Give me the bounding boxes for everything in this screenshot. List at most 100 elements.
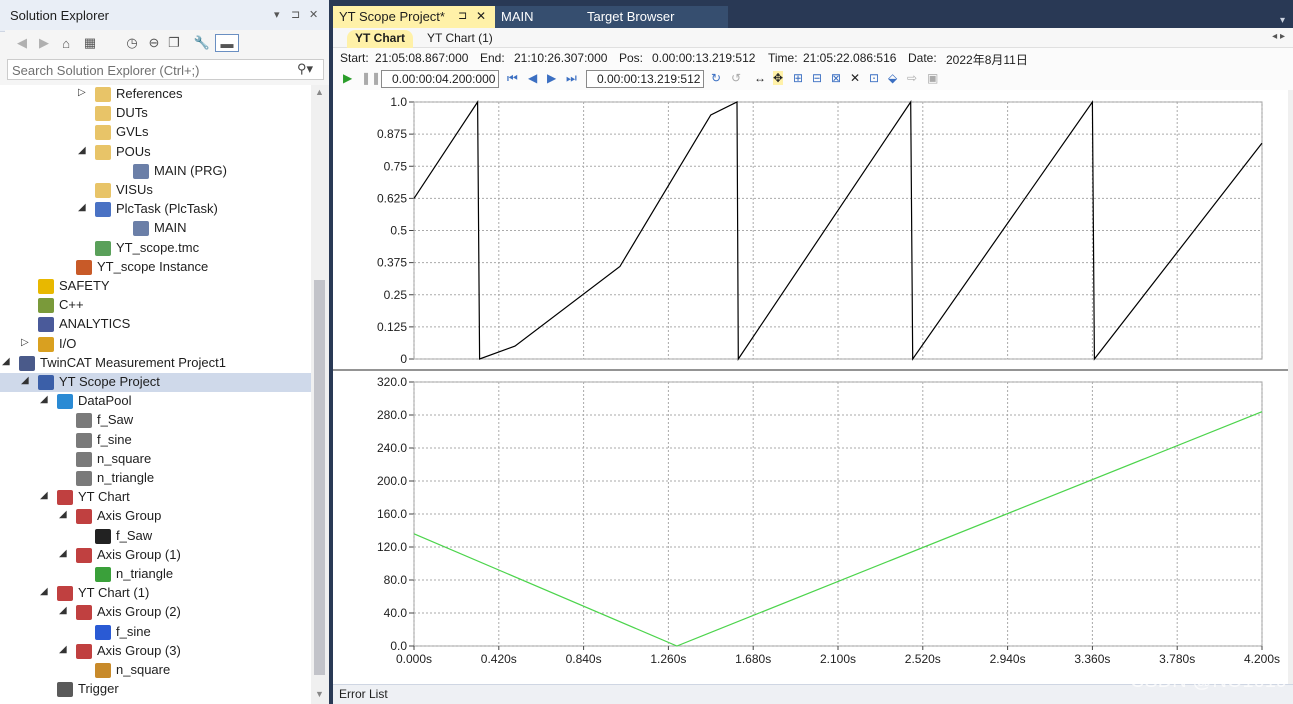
collapse-arrow-icon[interactable]: ◢ bbox=[59, 644, 71, 655]
chart-1[interactable]: 1.0 0.875 0.75 0.625 0.5 0.375 0.25 0.125 0 bbox=[377, 95, 1263, 366]
tree-item[interactable]: DUTs bbox=[0, 104, 311, 123]
tree-item[interactable]: f_Saw bbox=[0, 411, 311, 430]
search-input[interactable]: Search Solution Explorer (Ctrl+;) bbox=[12, 63, 200, 78]
tree-item[interactable]: ◢ Axis Group (1) bbox=[0, 546, 311, 565]
collapse-arrow-icon[interactable]: ◢ bbox=[40, 490, 52, 501]
scope-charts-svg[interactable]: 1.0 0.875 0.75 0.625 0.5 0.375 0.25 0.125 0 320.0… bbox=[333, 90, 1288, 684]
tab-target-browser[interactable]: Target Browser bbox=[585, 6, 728, 28]
zoom-icon[interactable]: ⊠ bbox=[831, 71, 841, 85]
expand-arrow-icon[interactable]: ▷ bbox=[78, 87, 90, 98]
tree-item[interactable]: ◢ YT Scope Project bbox=[0, 373, 311, 392]
pin-icon[interactable]: ⊐ bbox=[458, 9, 467, 22]
tree-item[interactable]: VISUs bbox=[0, 181, 311, 200]
tree-item[interactable]: Trigger bbox=[0, 680, 311, 699]
collapse-arrow-icon[interactable]: ◢ bbox=[2, 356, 14, 367]
tree-item[interactable]: n_triangle bbox=[0, 469, 311, 488]
tree-item-label: YT Chart bbox=[78, 489, 130, 505]
pin-icon[interactable]: ⊐ bbox=[291, 8, 300, 21]
collapse-arrow-icon[interactable]: ◢ bbox=[78, 202, 90, 213]
tree-item[interactable]: ◢ Axis Group bbox=[0, 507, 311, 526]
collapse-arrow-icon[interactable]: ◢ bbox=[78, 145, 90, 156]
play-icon[interactable]: ▶ bbox=[343, 71, 352, 85]
collapse-arrow-icon[interactable]: ◢ bbox=[40, 586, 52, 597]
tab-main[interactable]: MAIN bbox=[495, 6, 585, 28]
pan-icon[interactable]: ↔ bbox=[754, 71, 766, 85]
marker-icon[interactable]: ⬙ bbox=[888, 71, 897, 85]
tree-item[interactable]: ▷ I/O bbox=[0, 335, 311, 354]
prev-icon[interactable]: ◀ bbox=[528, 71, 537, 85]
plot-area[interactable]: 1.0 0.875 0.75 0.625 0.5 0.375 0.25 0.125 0 320.0… bbox=[333, 90, 1288, 684]
search-box[interactable]: Search Solution Explorer (Ctrl+;) ⚲▾ bbox=[7, 59, 324, 80]
collapse-arrow-icon[interactable]: ◢ bbox=[59, 605, 71, 616]
tree-item[interactable]: ◢ YT Chart (1) bbox=[0, 584, 311, 603]
refresh-icon[interactable]: ↻ bbox=[711, 71, 721, 85]
zoom-x-icon[interactable]: ⊞ bbox=[793, 71, 803, 85]
properties-icon[interactable]: 🔧 bbox=[193, 34, 211, 52]
collapse-arrow-icon[interactable]: ◢ bbox=[59, 509, 71, 520]
tree-item[interactable]: n_triangle bbox=[0, 565, 311, 584]
tree-item[interactable]: f_sine bbox=[0, 431, 311, 450]
span-field[interactable]: 0.00:00:04.200:000 bbox=[381, 70, 499, 88]
back-icon[interactable]: ◀ bbox=[13, 34, 31, 52]
tree-item[interactable]: C++ bbox=[0, 296, 311, 315]
preview-icon[interactable]: ▬ bbox=[215, 34, 239, 52]
tree-item[interactable]: YT_scope Instance bbox=[0, 258, 311, 277]
tree-item[interactable]: ▷ References bbox=[0, 85, 311, 104]
export-icon[interactable]: ⇨ bbox=[907, 71, 917, 85]
search-icon[interactable]: ⚲▾ bbox=[297, 61, 313, 77]
trigger-icon[interactable]: ⊡ bbox=[869, 71, 879, 85]
tree-item[interactable]: n_square bbox=[0, 450, 311, 469]
close-icon[interactable]: ✕ bbox=[476, 9, 486, 23]
first-icon[interactable]: ⏮ bbox=[507, 71, 518, 86]
subtab-yt-chart-1[interactable]: YT Chart (1) bbox=[419, 30, 501, 48]
collapse-arrow-icon[interactable]: ◢ bbox=[21, 375, 33, 386]
dropdown-icon[interactable]: ▾ bbox=[274, 8, 280, 21]
tree-item[interactable]: MAIN bbox=[0, 219, 311, 238]
tree-item[interactable]: n_square bbox=[0, 661, 311, 680]
tree-item[interactable]: ◢ YT Chart bbox=[0, 488, 311, 507]
scroll-up-icon[interactable]: ▲ bbox=[315, 87, 324, 97]
position-field[interactable]: 0.00:00:13.219:512 bbox=[586, 70, 704, 88]
error-list-tab[interactable]: Error List bbox=[339, 687, 388, 701]
tree-item[interactable]: ◢ PlcTask (PlcTask) bbox=[0, 200, 311, 219]
switch-views-icon[interactable]: ▦ bbox=[81, 34, 99, 52]
document-tab-strip: YT Scope Project* ⊐ ✕ MAIN Target Browse… bbox=[333, 6, 1293, 28]
history-icon[interactable]: ◷ bbox=[123, 34, 141, 52]
tree-item[interactable]: ◢ DataPool bbox=[0, 392, 311, 411]
tree-item[interactable]: YT_scope.tmc bbox=[0, 239, 311, 258]
tab-overflow-icon[interactable]: ▾ bbox=[1280, 15, 1285, 26]
tree-item[interactable]: MAIN (PRG) bbox=[0, 162, 311, 181]
collapse-all-icon[interactable]: ❐ bbox=[165, 34, 183, 52]
next-icon[interactable]: ▶ bbox=[547, 71, 556, 85]
tree-item[interactable]: ANALYTICS bbox=[0, 315, 311, 334]
collapse-arrow-icon[interactable]: ◢ bbox=[59, 548, 71, 559]
tree-item[interactable]: GVLs bbox=[0, 123, 311, 142]
scroll-thumb[interactable] bbox=[314, 280, 325, 675]
tree-scrollbar[interactable]: ▲ ▼ bbox=[311, 85, 329, 704]
delete-zoom-icon[interactable]: ✕ bbox=[850, 71, 860, 85]
pause-icon[interactable]: ❚❚ bbox=[361, 71, 381, 85]
tree-item[interactable]: SAFETY bbox=[0, 277, 311, 296]
cursor-icon[interactable]: ✥ bbox=[773, 71, 784, 85]
tree-item[interactable]: ◢ TwinCAT Measurement Project1 bbox=[0, 354, 311, 373]
tree-item[interactable]: ◢ Axis Group (3) bbox=[0, 642, 311, 661]
snapshot-icon[interactable]: ▣ bbox=[927, 71, 938, 85]
close-icon[interactable]: ✕ bbox=[309, 8, 318, 21]
zoom-y-icon[interactable]: ⊟ bbox=[812, 71, 822, 85]
tree-item[interactable]: ◢ POUs bbox=[0, 143, 311, 162]
home-icon[interactable]: ⌂ bbox=[57, 34, 75, 52]
last-icon[interactable]: ⏭ bbox=[566, 71, 577, 86]
expand-arrow-icon[interactable]: ▷ bbox=[21, 337, 33, 348]
subtab-scroll-icon[interactable]: ◂ ▸ bbox=[1272, 31, 1285, 42]
tree-item[interactable]: ◢ Axis Group (2) bbox=[0, 603, 311, 622]
redo-icon[interactable]: ↺ bbox=[731, 71, 741, 85]
collapse-arrow-icon[interactable]: ◢ bbox=[40, 394, 52, 405]
forward-icon[interactable]: ▶ bbox=[35, 34, 53, 52]
chart-2[interactable]: 320.0 280.0 240.0 200.0 160.0 120.0 80.0 40.0 0.… bbox=[377, 375, 1280, 666]
pending-changes-icon[interactable]: ⊖ bbox=[145, 34, 163, 52]
tree-item[interactable]: f_Saw bbox=[0, 527, 311, 546]
scroll-down-icon[interactable]: ▼ bbox=[315, 689, 324, 699]
tree-item[interactable]: f_sine bbox=[0, 623, 311, 642]
tab-yt-scope-project[interactable]: YT Scope Project* ⊐ ✕ bbox=[333, 6, 495, 28]
subtab-yt-chart[interactable]: YT Chart bbox=[347, 30, 414, 48]
